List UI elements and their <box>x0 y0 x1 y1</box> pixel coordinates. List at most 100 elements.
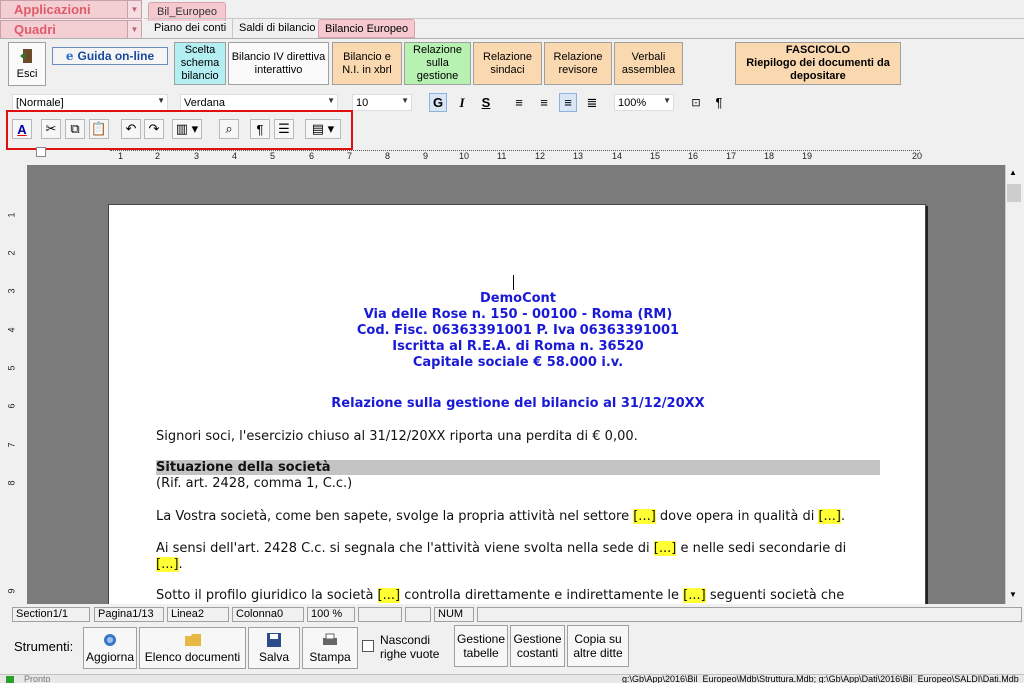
ruler-tick: 15 <box>650 151 661 161</box>
size-select[interactable]: 10 ▼ <box>352 94 412 111</box>
stampa-button[interactable]: Stampa <box>302 627 358 669</box>
fascicolo-button[interactable]: FASCICOLO Riepilogo dei documenti da dep… <box>735 42 901 85</box>
placeholder[interactable]: [...] <box>818 509 841 524</box>
ruler-tick: 5 <box>270 151 276 161</box>
ready-text: Pronto <box>24 674 51 683</box>
gestione-costanti-button[interactable]: Gestione costanti <box>510 625 565 667</box>
verbali-assemblea-button[interactable]: Verbali assemblea <box>614 42 683 85</box>
italic-button[interactable]: I <box>453 93 471 112</box>
style-value: [Normale] <box>16 96 64 109</box>
align-center-icon[interactable]: ≡ <box>535 93 553 112</box>
tab-bilancio-europeo[interactable]: Bilancio Europeo <box>318 19 416 38</box>
text-run: Ai sensi dell'art. 2428 C.c. si segnala … <box>156 541 654 556</box>
text-run: controlla direttamente e indirettamente … <box>400 588 684 603</box>
applicazioni-combo[interactable]: Applicazioni ▼ <box>0 0 142 19</box>
copia-altre-ditte-button[interactable]: Copia su altre ditte <box>567 625 629 667</box>
frame-icon[interactable]: ⊡ <box>687 93 705 112</box>
ruler-tick: 6 <box>309 151 315 161</box>
app-status-bar: Pronto g:\Gb\App\2016\Bil_Europeo\Mdb\St… <box>0 674 1024 683</box>
ruler-tick: 3 <box>6 288 17 294</box>
placeholder[interactable]: [...] <box>653 541 677 556</box>
paragraph: Sotto il profilo giuridico la società [.… <box>156 588 880 603</box>
strumenti-label: Strumenti: <box>14 639 74 654</box>
font-select[interactable]: Verdana ▼ <box>180 94 338 111</box>
chevron-down-icon[interactable]: ▼ <box>127 21 141 38</box>
document-area[interactable]: DemoCont Via delle Rose n. 150 - 00100 -… <box>27 165 1005 604</box>
ruler-tick: 2 <box>155 151 161 161</box>
gestione-tabelle-button[interactable]: Gestione tabelle <box>454 625 508 667</box>
folder-icon <box>184 634 201 646</box>
relazione-revisore-button[interactable]: Relazione revisore <box>544 42 612 85</box>
chevron-down-icon: ▼ <box>401 96 409 105</box>
quadri-label: Quadri <box>14 22 56 37</box>
section-reference: (Rif. art. 2428, comma 1, C.c.) <box>156 476 353 491</box>
style-select[interactable]: [Normale] ▼ <box>12 94 168 111</box>
horizontal-ruler: 1 2 3 4 5 6 7 8 9 10 11 12 13 14 15 16 1… <box>30 144 1020 162</box>
tab-piano-dei-conti[interactable]: Piano dei conti <box>148 19 234 38</box>
ruler-tick: 20 <box>912 151 923 161</box>
underline-button[interactable]: S <box>477 93 495 112</box>
vertical-ruler: 1 2 3 4 5 6 7 8 9 <box>4 168 22 604</box>
align-left-icon[interactable]: ≡ <box>510 93 528 112</box>
company-codfisc: Cod. Fisc. 06363391001 P. Iva 0636339100… <box>356 323 680 338</box>
tab-saldi-di-bilancio[interactable]: Saldi di bilancio <box>233 19 323 38</box>
scroll-up-icon[interactable]: ▲ <box>1009 168 1017 177</box>
quadri-combo[interactable]: Quadri ▼ <box>0 20 142 39</box>
ruler-tick: 8 <box>6 480 17 486</box>
esci-label: Esci <box>16 67 38 80</box>
ruler-tick: 13 <box>573 151 584 161</box>
placeholder[interactable]: [...] <box>633 509 656 524</box>
salva-button[interactable]: Salva <box>248 627 300 669</box>
stampa-label: Stampa <box>309 650 351 664</box>
pilcrow-icon[interactable]: ¶ <box>710 93 728 112</box>
ruler-tick: 18 <box>764 151 775 161</box>
ruler-tick: 10 <box>459 151 470 161</box>
bilancio-iv-button[interactable]: Bilancio IV direttiva interattivo <box>228 42 329 85</box>
refresh-icon <box>104 634 116 646</box>
scelta-schema-button[interactable]: Scelta schema bilancio <box>174 42 226 85</box>
text-run: Sotto il profilo giuridico la società <box>156 588 378 603</box>
bilancio-xbrl-button[interactable]: Bilancio e N.I. in xbrl <box>332 42 402 85</box>
chevron-down-icon[interactable]: ▼ <box>127 1 141 18</box>
status-num: NUM <box>434 607 474 622</box>
exit-icon <box>20 48 32 63</box>
relazione-sindaci-button[interactable]: Relazione sindaci <box>473 42 542 85</box>
salva-label: Salva <box>258 650 290 664</box>
zoom-value: 100% <box>618 96 647 109</box>
placeholder[interactable]: [...] <box>156 557 179 572</box>
aggiorna-button[interactable]: Aggiorna <box>83 627 137 669</box>
ruler-tick: 1 <box>118 151 124 161</box>
scroll-down-icon[interactable]: ▼ <box>1009 590 1017 599</box>
nascondi-checkbox[interactable] <box>362 640 374 652</box>
company-capitale: Capitale sociale € 58.000 i.v. <box>412 355 624 370</box>
nascondi-label: Nascondi righe vuote <box>380 633 440 661</box>
bold-button[interactable]: G <box>429 93 447 112</box>
ruler-tick: 2 <box>6 250 17 256</box>
placeholder[interactable]: [...] <box>377 588 401 603</box>
align-right-icon[interactable]: ≡ <box>559 93 577 112</box>
guida-online-button[interactable]: e Guida on-line <box>52 47 168 65</box>
ruler-tick: 19 <box>802 151 813 161</box>
ruler-tick: 9 <box>6 588 17 594</box>
status-led-icon <box>6 676 14 683</box>
fascicolo-subtitle: Riepilogo dei documenti da depositare <box>746 57 890 82</box>
ruler-tab-selector[interactable] <box>36 147 46 157</box>
zoom-select[interactable]: 100% ▼ <box>614 94 674 111</box>
align-justify-icon[interactable]: ≣ <box>583 93 601 112</box>
status-empty <box>477 607 1022 622</box>
ruler-tick: 16 <box>688 151 699 161</box>
vertical-scrollbar[interactable]: ▲ ▼ <box>1005 165 1022 604</box>
company-rea: Iscritta al R.E.A. di Roma n. 36520 <box>392 339 644 354</box>
ruler-tick: 14 <box>612 151 623 161</box>
guida-label: Guida on-line <box>77 48 155 63</box>
size-value: 10 <box>356 96 369 109</box>
elenco-documenti-button[interactable]: Elenco documenti <box>139 627 246 669</box>
scroll-thumb[interactable] <box>1007 184 1021 202</box>
printer-icon <box>323 633 337 645</box>
chevron-down-icon: ▼ <box>157 96 165 105</box>
placeholder[interactable]: [...] <box>683 588 706 603</box>
chevron-down-icon: ▼ <box>663 96 671 105</box>
esci-button[interactable]: Esci <box>8 42 46 86</box>
relazione-gestione-button[interactable]: Relazione sulla gestione <box>404 42 471 85</box>
document-page[interactable]: DemoCont Via delle Rose n. 150 - 00100 -… <box>108 204 926 604</box>
